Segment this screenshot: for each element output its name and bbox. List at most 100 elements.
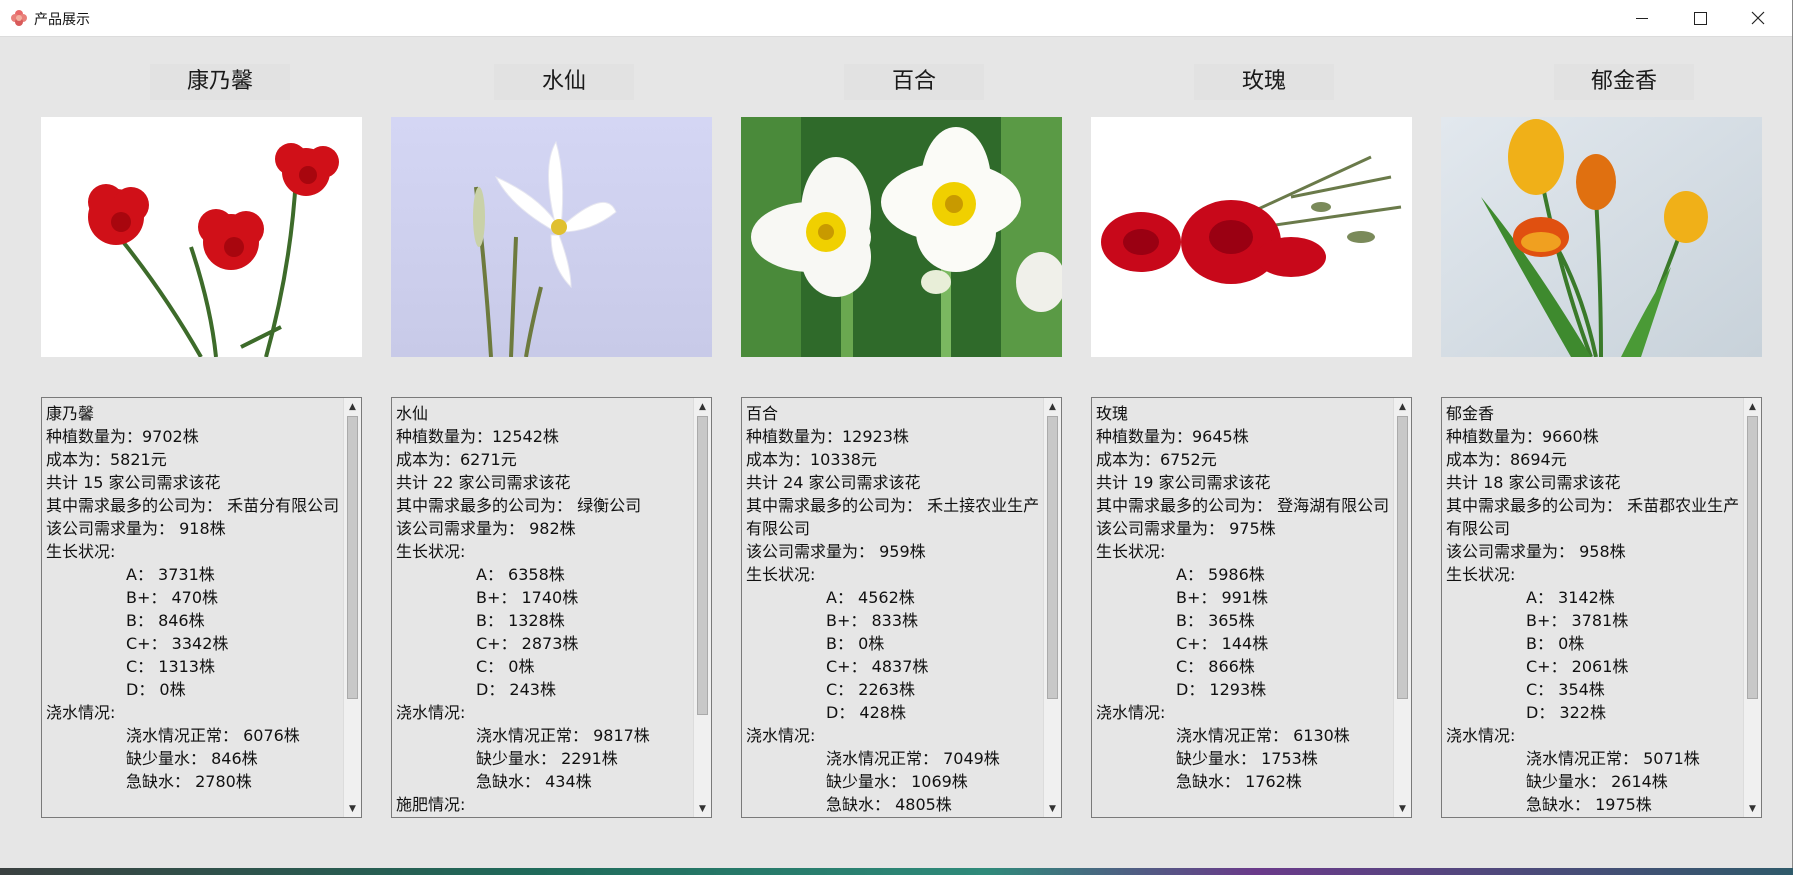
scrollbar[interactable]: ▲ ▼ [1043, 398, 1061, 817]
info-line: D： 0株 [126, 680, 186, 699]
rose-info-box[interactable]: 玫瑰 种植数量为：9645株 成本为：6752元 共计 19 家公司需求该花 其中需求最… [1091, 397, 1412, 818]
info-line: 浇水情况: [396, 703, 466, 722]
info-line: B： 846株 [126, 611, 205, 630]
scroll-down-icon[interactable]: ▼ [1744, 800, 1761, 817]
info-line: D： 428株 [826, 703, 906, 722]
info-line: 生长状况: [1446, 565, 1516, 584]
info-line: 该公司需求量为： 918株 [46, 519, 226, 538]
info-line: B+： 1740株 [476, 588, 579, 607]
scroll-down-icon[interactable]: ▼ [344, 800, 361, 817]
title-tulip: 郁金香 [1554, 64, 1694, 100]
scrollbar[interactable]: ▲ ▼ [1743, 398, 1761, 817]
scroll-down-icon[interactable]: ▼ [1044, 800, 1061, 817]
info-line: 生长状况: [1096, 542, 1166, 561]
info-line: 缺少量水： 2614株 [1526, 772, 1668, 791]
info-line: D： 322株 [1526, 703, 1606, 722]
info-line: A： 3731株 [126, 565, 215, 584]
scroll-thumb[interactable] [697, 416, 708, 715]
info-line: 共计 15 家公司需求该花 [46, 473, 221, 492]
info-line: D： 243株 [476, 680, 556, 699]
info-line: 其中需求最多的公司为： 禾苗分有限公司 [46, 496, 340, 515]
info-line: B+： 991株 [1176, 588, 1269, 607]
lily-info-box[interactable]: 百合 种植数量为：12923株 成本为：10338元 共计 24 家公司需求该花 其中需… [741, 397, 1062, 818]
desktop-taskbar-strip [0, 868, 1793, 875]
info-line: A： 4562株 [826, 588, 915, 607]
info-line: B： 0株 [1526, 634, 1585, 653]
info-line: 生长状况: [396, 542, 466, 561]
info-line: 急缺水： 1762株 [1176, 772, 1302, 791]
maximize-button[interactable] [1672, 0, 1728, 36]
info-line: A： 5986株 [1176, 565, 1265, 584]
info-line: C： 2263株 [826, 680, 915, 699]
minimize-icon [1636, 17, 1648, 19]
scrollbar[interactable]: ▲ ▼ [343, 398, 361, 817]
info-line: 浇水情况: [1096, 703, 1166, 722]
tulip-photo [1441, 117, 1762, 357]
info-line: 浇水情况: [1446, 726, 1516, 745]
scroll-thumb[interactable] [347, 416, 358, 699]
info-line: 该公司需求量为： 975株 [1096, 519, 1276, 538]
info-line: B： 0株 [826, 634, 885, 653]
tulip-info-text: 郁金香 种植数量为：9660株 成本为：8694元 共计 18 家公司需求该花 其中需求… [1446, 402, 1741, 815]
title-carnation: 康乃馨 [150, 64, 290, 100]
info-line: 缺少量水： 1069株 [826, 772, 968, 791]
scroll-up-icon[interactable]: ▲ [694, 398, 711, 415]
info-line: 成本为：8694元 [1446, 450, 1567, 469]
info-line: 该公司需求量为： 982株 [396, 519, 576, 538]
info-line: 其中需求最多的公司为： 登海湖有限公司 [1096, 496, 1390, 515]
info-line: 种植数量为：9660株 [1446, 427, 1599, 446]
lily-info-text: 百合 种植数量为：12923株 成本为：10338元 共计 24 家公司需求该花 其中需… [746, 402, 1041, 815]
title-bar[interactable]: 产品展示 [0, 0, 1792, 37]
info-line: 缺少量水： 1753株 [1176, 749, 1318, 768]
scroll-thumb[interactable] [1047, 416, 1058, 699]
info-line: 生长状况: [46, 542, 116, 561]
info-line: 成本为：6271元 [396, 450, 517, 469]
title-narcissus: 水仙 [494, 64, 634, 100]
info-line: B： 365株 [1176, 611, 1255, 630]
scroll-down-icon[interactable]: ▼ [1394, 800, 1411, 817]
info-line: C： 0株 [476, 657, 535, 676]
title-lily: 百合 [844, 64, 984, 100]
info-line: 急缺水： 4805株 [826, 795, 952, 814]
info-line: 施肥情况: [396, 795, 466, 814]
narcissus-info-text: 水仙 种植数量为：12542株 成本为：6271元 共计 22 家公司需求该花 其中需求… [396, 402, 691, 815]
info-line: 种植数量为：9702株 [46, 427, 199, 446]
tulip-info-box[interactable]: 郁金香 种植数量为：9660株 成本为：8694元 共计 18 家公司需求该花 其中需求… [1441, 397, 1762, 818]
info-line: B+： 3781株 [1526, 611, 1629, 630]
info-line: 浇水情况正常： 7049株 [826, 749, 1000, 768]
maximize-icon [1693, 11, 1707, 25]
info-line: D： 1293株 [1176, 680, 1267, 699]
info-line: 共计 18 家公司需求该花 [1446, 473, 1621, 492]
scrollbar[interactable]: ▲ ▼ [693, 398, 711, 817]
info-line: 缺少量水： 2291株 [476, 749, 618, 768]
scroll-up-icon[interactable]: ▲ [1744, 398, 1761, 415]
minimize-button[interactable] [1614, 0, 1670, 36]
flower-app-icon [11, 10, 27, 26]
info-line: A： 3142株 [1526, 588, 1615, 607]
narcissus-photo [391, 117, 712, 357]
carnation-info-box[interactable]: 康乃馨 种植数量为：9702株 成本为：5821元 共计 15 家公司需求该花 其中需求… [41, 397, 362, 818]
scroll-up-icon[interactable]: ▲ [1394, 398, 1411, 415]
info-line: C+： 2873株 [476, 634, 579, 653]
close-button[interactable] [1730, 0, 1786, 36]
lily-photo [741, 117, 1062, 357]
info-line: C： 354株 [1526, 680, 1605, 699]
scroll-up-icon[interactable]: ▲ [344, 398, 361, 415]
close-icon [1751, 11, 1765, 25]
window-title: 产品展示 [34, 12, 90, 28]
info-line: 水仙 [396, 404, 429, 423]
scroll-up-icon[interactable]: ▲ [1044, 398, 1061, 415]
info-line: 种植数量为：12923株 [746, 427, 909, 446]
scroll-thumb[interactable] [1747, 416, 1758, 699]
info-line: 其中需求最多的公司为： 禾土接农业生产有限公司 [746, 496, 1040, 538]
scrollbar[interactable]: ▲ ▼ [1393, 398, 1411, 817]
title-rose: 玫瑰 [1194, 64, 1334, 100]
carnation-info-text: 康乃馨 种植数量为：9702株 成本为：5821元 共计 15 家公司需求该花 其中需求… [46, 402, 341, 815]
narcissus-info-box[interactable]: 水仙 种植数量为：12542株 成本为：6271元 共计 22 家公司需求该花 其中需求… [391, 397, 712, 818]
info-line: 成本为：10338元 [746, 450, 877, 469]
info-line: C： 1313株 [126, 657, 215, 676]
info-line: 成本为：5821元 [46, 450, 167, 469]
scroll-thumb[interactable] [1397, 416, 1408, 699]
scroll-down-icon[interactable]: ▼ [694, 800, 711, 817]
info-line: 其中需求最多的公司为： 禾苗郡农业生产有限公司 [1446, 496, 1740, 538]
